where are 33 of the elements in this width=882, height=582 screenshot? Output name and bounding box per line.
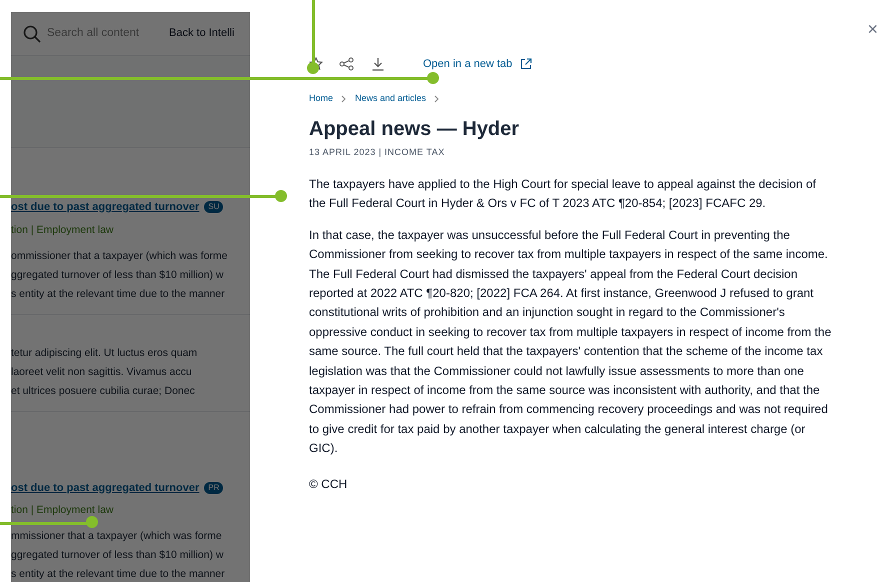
- result-meta: tion | Employment law: [11, 224, 115, 236]
- snippet-line: s entity at the relevant time due to the manner: [11, 288, 226, 300]
- snippet-line: ommissioner that a taxpayer (which was forme: [11, 250, 228, 262]
- open-new-tab-link[interactable]: Open in a new tab: [423, 56, 532, 72]
- star-icon[interactable]: [309, 57, 323, 71]
- external-link-icon: [520, 58, 532, 70]
- article-paragraph: The taxpayers have applied to the High Court for special leave to appeal against the decision of the Full Federal Court in Hyder & Ors v FC of T 2023 ATC ¶20-854; [2023] FCAFC 29.: [309, 176, 817, 212]
- snippet-line: tetur adipiscing elit. Ut luctus eros quam: [11, 346, 198, 358]
- share-icon[interactable]: [339, 57, 355, 71]
- status-badge: PR: [204, 482, 224, 494]
- breadcrumb-link[interactable]: News and articles: [355, 92, 426, 106]
- article-paragraph: In that case, the taxpayer was unsuccessful before the Full Federal Court in preventing the Commissioner from seeking to recover tax from multiple taxpayers in respect of the same income. The Full Federal Court had dismissed the taxpayers' appeal from the Federal Court decision reported at 2022 ATC ¶20-820; [2022] FCA 264. At first instance, Greenwood J refused to grant constitutional writs of prohibition and an injunction sought in regard to the Commissioner's oppressive conduct in seeking to recover tax from multiple taxpayers in respect of income from the same source. The full court held that the taxpayers' contention that the scheme of the income tax legislation was that the Commissioner could not lawfully issue assessments to more than one taxpayer in respect of income from the same source was inconsistent with authority, and that the Commissioner had power to refrain from commencing recovery proceedings and was not required to give credit for tax paid by another taxpayer when calculating the general interest charge (or GIC).: [309, 226, 832, 458]
- result-title-link[interactable]: ost due to past aggregated turnover: [11, 480, 200, 496]
- snippet-line: ggregated turnover of less than $10 million) w: [11, 549, 224, 561]
- article-title: Appeal news — Hyder: [309, 116, 520, 142]
- chevron-right-icon: [341, 94, 348, 103]
- chevron-right-icon: [434, 94, 440, 103]
- snippet-line: s entity at the relevant time due to the manner: [11, 568, 226, 580]
- article-meta: 13 APRIL 2023 | INCOME TAX: [309, 146, 446, 159]
- back-link[interactable]: Back to Intelli: [169, 25, 234, 42]
- result-meta: tion | Employment law: [11, 504, 115, 516]
- snippet-line: ggregated turnover of less than $10 million) w: [11, 268, 224, 280]
- search-icon: [23, 24, 41, 42]
- snippet-line: et ultrices posuere cubilia curae; Donec: [11, 384, 196, 396]
- download-icon[interactable]: [371, 57, 385, 71]
- breadcrumb-link[interactable]: Home: [309, 92, 334, 106]
- snippet-line: laoreet velit non sagittis. Vivamus accu: [11, 366, 193, 378]
- search-field[interactable]: Search all content: [23, 24, 159, 42]
- snippet-line: mmissioner that a taxpayer (which was forme: [11, 530, 223, 542]
- result-title-link[interactable]: ost due to past aggregated turnover: [11, 199, 200, 216]
- status-badge: SU: [204, 201, 224, 214]
- close-button[interactable]: ×: [867, 20, 878, 38]
- copyright-notice: © CCH: [309, 476, 348, 493]
